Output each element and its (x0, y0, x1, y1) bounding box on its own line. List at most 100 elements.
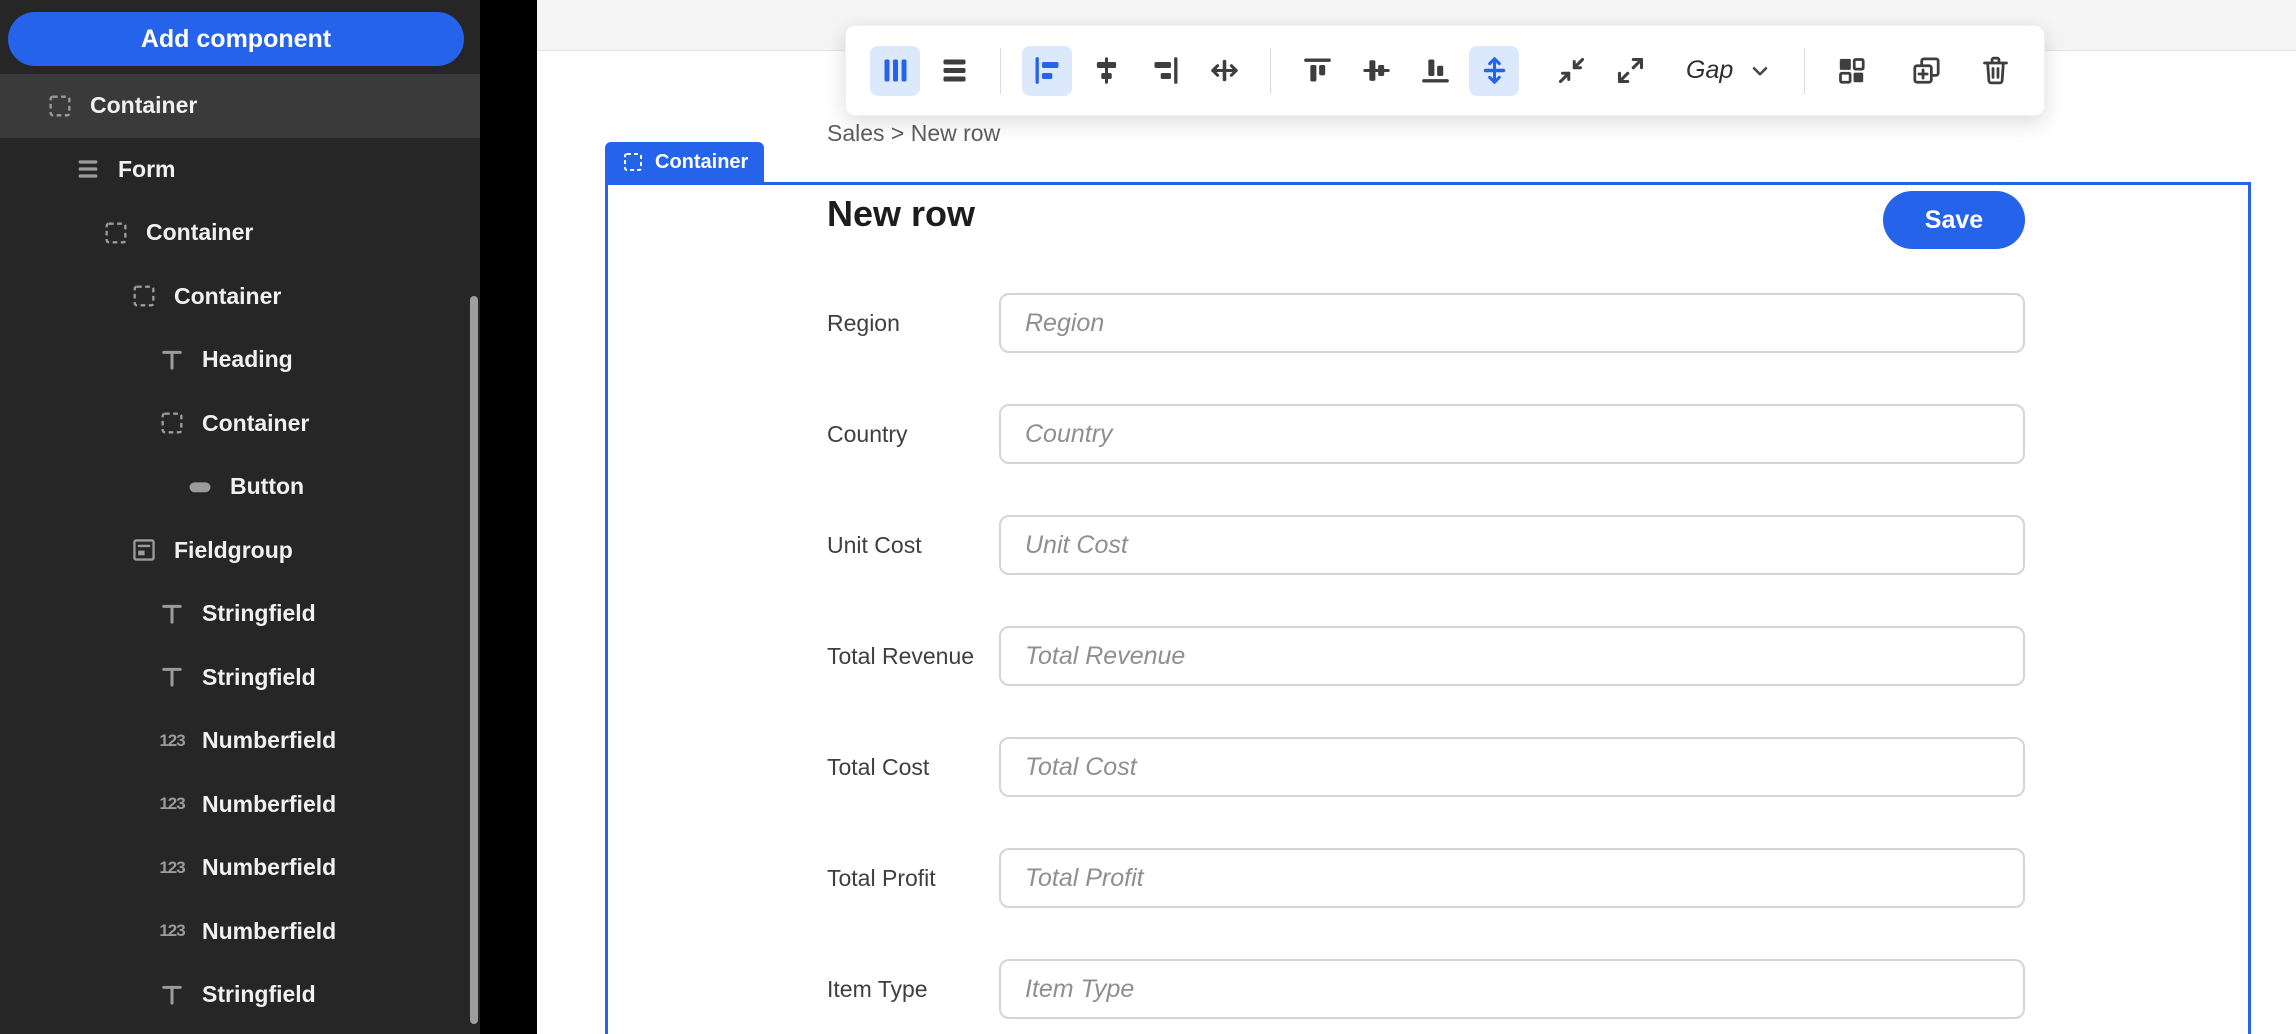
sidebar-item-form[interactable]: Form (0, 138, 480, 202)
sidebar-item-numberfield[interactable]: 123 Numberfield (0, 709, 480, 773)
field-label: Item Type (827, 975, 928, 1002)
form-field-row: Total Profit (827, 848, 2025, 908)
form-field-row: Unit Cost (827, 515, 2025, 575)
sidebar-item-stringfield[interactable]: Stringfield (0, 963, 480, 1027)
form-field-row: Item Type (827, 959, 2025, 1019)
canvas-gutter (480, 0, 537, 1034)
layout-columns-button[interactable] (870, 45, 920, 96)
grid-layout-icon (1835, 54, 1868, 87)
align-right-icon (1149, 54, 1182, 87)
breadcrumb[interactable]: Sales > New row (827, 120, 1000, 147)
field-label: Unit Cost (827, 531, 922, 558)
number-123-icon: 123 (159, 921, 185, 941)
field-label: Region (827, 309, 900, 336)
duplicate-button[interactable] (1901, 46, 1951, 96)
unit-cost-input[interactable] (999, 515, 2025, 575)
sidebar-item-label: Numberfield (202, 854, 337, 881)
component-tree: Container Form Container Container Heading Co… (0, 74, 480, 1027)
sidebar-item-stringfield[interactable]: Stringfield (0, 582, 480, 646)
sidebar-item-label: Stringfield (202, 600, 316, 627)
sidebar-scrollbar[interactable] (470, 296, 478, 1024)
sidebar-item-label: Numberfield (202, 790, 337, 817)
form-field-row: Total Cost (827, 737, 2025, 797)
layout-rows-button[interactable] (929, 46, 979, 96)
save-button[interactable]: Save (1883, 191, 2025, 249)
collapse-size-button[interactable] (1546, 46, 1596, 96)
field-label: Total Revenue (827, 642, 975, 669)
form-field-row: Region (827, 293, 2025, 353)
sidebar-item-numberfield[interactable]: 123 Numberfield (0, 900, 480, 964)
toolbar-divider (1270, 47, 1271, 94)
sidebar-item-numberfield[interactable]: 123 Numberfield (0, 773, 480, 837)
sidebar-item-container[interactable]: Container (0, 265, 480, 329)
distribute-vertical-button[interactable] (1469, 45, 1519, 96)
sidebar-item-stringfield[interactable]: Stringfield (0, 646, 480, 710)
container-icon (621, 150, 645, 174)
field-label: Country (827, 420, 908, 447)
duplicate-icon (1910, 54, 1943, 87)
toolbar-divider (1804, 47, 1806, 94)
field-label: Total Profit (827, 864, 936, 891)
trash-icon (1979, 54, 2012, 87)
sidebar-item-fieldgroup[interactable]: Fieldgroup (0, 519, 480, 583)
distribute-h-icon (1208, 54, 1241, 87)
field-label: Total Cost (827, 753, 930, 780)
align-bottom-icon (1419, 54, 1452, 87)
sidebar-item-container[interactable]: Container (0, 201, 480, 265)
gap-select[interactable]: Gap (1678, 56, 1783, 85)
align-center-horizontal-button[interactable] (1081, 46, 1131, 96)
item-type-input[interactable] (999, 959, 2025, 1019)
form-fields: Region Country Unit Cost Total Revenue Total… (827, 293, 2025, 1019)
align-top-button[interactable] (1292, 46, 1342, 96)
container-icon (100, 217, 132, 249)
rows-icon (938, 54, 971, 87)
sidebar-item-label: Form (118, 155, 176, 182)
total-profit-input[interactable] (999, 848, 2025, 908)
component-tree-panel: Add component Container Form Container Cont… (0, 0, 480, 1034)
form-icon (72, 153, 104, 185)
selected-container[interactable]: New row Save Region Country Unit Cost Total… (605, 182, 2251, 1034)
align-bottom-button[interactable] (1410, 46, 1460, 96)
number-123-icon: 123 (159, 730, 185, 750)
sidebar-item-container[interactable]: Container (0, 392, 480, 456)
sidebar-item-numberfield[interactable]: 123 Numberfield (0, 836, 480, 900)
number-123-icon: 123 (159, 794, 185, 814)
form-field-row: Country (827, 404, 2025, 464)
sidebar-item-label: Container (90, 92, 198, 119)
container-icon (156, 407, 188, 439)
align-middle-icon (1360, 54, 1393, 87)
form-field-row: Total Revenue (827, 626, 2025, 686)
alignment-toolbar: Gap (845, 25, 2046, 116)
align-center-h-icon (1090, 54, 1123, 87)
grid-layout-button[interactable] (1826, 46, 1876, 96)
add-component-button[interactable]: Add component (8, 12, 464, 66)
sidebar-item-button[interactable]: Button (0, 455, 480, 519)
sidebar-item-label: Stringfield (202, 981, 316, 1008)
chevron-down-icon (1747, 57, 1775, 85)
sidebar-item-label: Container (174, 282, 282, 309)
total-cost-input[interactable] (999, 737, 2025, 797)
fieldgroup-icon (128, 534, 160, 566)
region-input[interactable] (999, 293, 2025, 353)
country-input[interactable] (999, 404, 2025, 464)
delete-button[interactable] (1970, 46, 2020, 96)
sidebar-item-label: Stringfield (202, 663, 316, 690)
number-123-icon: 123 (159, 857, 185, 877)
total-revenue-input[interactable] (999, 626, 2025, 686)
sidebar-item-container[interactable]: Container (0, 74, 480, 138)
app-canvas: Gap Sales > New row Container New row Sa… (537, 0, 2296, 1034)
expand-size-button[interactable] (1605, 46, 1655, 96)
align-left-icon (1031, 54, 1064, 87)
expand-icon (1614, 54, 1647, 87)
text-icon (156, 661, 188, 693)
text-icon (156, 598, 188, 630)
sidebar-item-heading[interactable]: Heading (0, 328, 480, 392)
page-title: New row (827, 193, 976, 234)
sidebar-item-label: Button (230, 473, 305, 500)
toolbar-divider (1000, 47, 1001, 94)
selection-tag[interactable]: Container (605, 142, 765, 182)
align-middle-button[interactable] (1351, 46, 1401, 96)
distribute-horizontal-button[interactable] (1199, 46, 1249, 96)
align-right-button[interactable] (1140, 46, 1190, 96)
align-left-button[interactable] (1022, 45, 1072, 96)
